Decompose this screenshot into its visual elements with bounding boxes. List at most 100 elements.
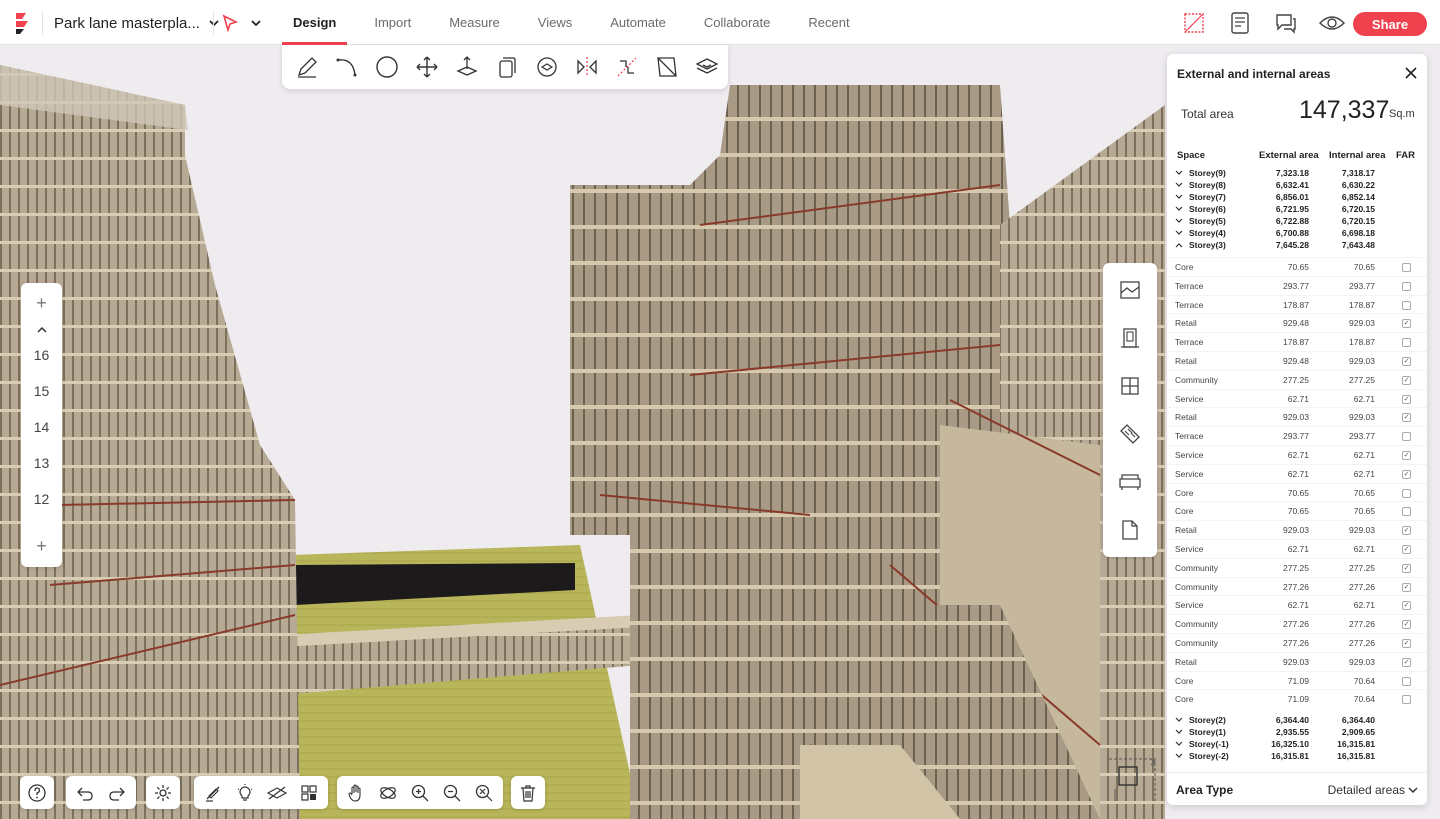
delete-trash-icon[interactable] (515, 780, 541, 806)
components-icon[interactable] (296, 780, 322, 806)
space-row[interactable]: Community 277.25 277.25 ✓ (1167, 557, 1427, 577)
area-measure-icon[interactable] (1181, 10, 1207, 36)
far-checkbox[interactable]: ✓ (1402, 394, 1411, 404)
far-checkbox[interactable] (1402, 263, 1411, 272)
far-checkbox[interactable]: ✓ (1402, 413, 1411, 423)
far-checkbox[interactable] (1402, 507, 1411, 517)
storey-row[interactable]: Storey(6) 6,721.95 6,720.15 (1167, 204, 1427, 216)
space-row[interactable]: Core 70.65 70.65 (1167, 257, 1427, 276)
lighting-bulb-icon[interactable] (232, 780, 258, 806)
face-icon[interactable] (654, 54, 680, 80)
zoom-extents-icon[interactable] (471, 780, 497, 806)
floor-level-12[interactable]: 12 (21, 491, 62, 507)
door-icon[interactable] (1117, 325, 1143, 351)
add-floor-top-button[interactable]: + (21, 293, 62, 314)
space-row[interactable]: Community 277.26 277.26 ✓ (1167, 576, 1427, 596)
split-icon[interactable] (614, 54, 640, 80)
tab-collaborate[interactable]: Collaborate (693, 0, 782, 45)
far-checkbox[interactable] (1402, 281, 1411, 291)
section-icon[interactable] (694, 54, 720, 80)
storey-row[interactable]: Storey(7) 6,856.01 6,852.14 (1167, 192, 1427, 204)
chevron-down-icon[interactable] (1175, 228, 1183, 238)
chevron-down-icon[interactable] (1175, 727, 1183, 737)
storey-row[interactable]: Storey(2) 6,364.40 6,364.40 (1167, 715, 1427, 727)
chevron-down-icon[interactable] (1175, 739, 1183, 749)
zoom-out-icon[interactable] (439, 780, 465, 806)
far-checkbox[interactable]: ✓ (1402, 620, 1411, 630)
space-row[interactable]: Core 70.65 70.65 (1167, 482, 1427, 502)
space-row[interactable]: Retail 929.03 929.03 ✓ (1167, 520, 1427, 539)
far-checkbox[interactable] (1402, 676, 1411, 686)
storey-row[interactable]: Storey(-1) 16,325.10 16,315.81 (1167, 739, 1427, 751)
section-plane-icon[interactable] (264, 780, 290, 806)
mirror-icon[interactable] (574, 54, 600, 80)
far-checkbox[interactable]: ✓ (1402, 639, 1411, 648)
floor-level-13[interactable]: 13 (21, 455, 62, 471)
arc-icon[interactable] (334, 54, 360, 80)
space-row[interactable]: Service 62.71 62.71 ✓ (1167, 445, 1427, 464)
select-tool-button[interactable] (220, 12, 270, 34)
far-checkbox[interactable]: ✓ (1402, 319, 1411, 329)
tab-import[interactable]: Import (363, 0, 422, 45)
floor-level-15[interactable]: 15 (21, 383, 62, 399)
view-eye-icon[interactable] (1319, 10, 1345, 36)
space-row[interactable]: Core 71.09 70.64 (1167, 670, 1427, 690)
storey-row[interactable]: Storey(1) 2,935.55 2,909.65 (1167, 727, 1427, 739)
storey-row[interactable]: Storey(3) 7,645.28 7,643.48 (1167, 240, 1427, 252)
chevron-down-icon[interactable] (1175, 204, 1183, 214)
space-row[interactable]: Service 62.71 62.71 ✓ (1167, 463, 1427, 483)
far-checkbox[interactable]: ✓ (1402, 469, 1411, 479)
chevron-down-icon[interactable] (1175, 715, 1183, 725)
project-selector[interactable]: Park lane masterpla... (42, 11, 220, 35)
far-checkbox[interactable] (1402, 300, 1411, 310)
far-checkbox[interactable] (1402, 432, 1411, 442)
far-checkbox[interactable]: ✓ (1402, 657, 1411, 667)
far-checkbox[interactable]: ✓ (1402, 563, 1411, 573)
cost-sheet-icon[interactable] (1227, 10, 1253, 36)
help-icon[interactable] (24, 780, 50, 806)
furniture-sofa-icon[interactable] (1117, 469, 1143, 495)
far-checkbox[interactable]: ✓ (1402, 545, 1411, 554)
chevron-up-icon[interactable] (1175, 240, 1183, 250)
space-row[interactable]: Core 71.09 70.64 (1167, 689, 1427, 708)
zoom-in-icon[interactable] (407, 780, 433, 806)
floor-level-16[interactable]: 16 (21, 347, 62, 363)
space-row[interactable]: Retail 929.03 929.03 ✓ (1167, 651, 1427, 671)
app-logo-icon[interactable] (12, 11, 32, 35)
scroll-up-icon[interactable] (21, 321, 62, 337)
space-row[interactable]: Retail 929.48 929.03 ✓ (1167, 351, 1427, 370)
space-row[interactable]: Core 70.65 70.65 (1167, 501, 1427, 520)
tab-automate[interactable]: Automate (599, 0, 677, 45)
space-row[interactable]: Terrace 293.77 293.77 (1167, 275, 1427, 295)
space-row[interactable]: Service 62.71 62.71 ✓ (1167, 388, 1427, 408)
far-checkbox[interactable]: ✓ (1402, 451, 1411, 460)
storey-row[interactable]: Storey(4) 6,700.88 6,698.18 (1167, 228, 1427, 240)
storey-row[interactable]: Storey(9) 7,323.18 7,318.17 (1167, 168, 1427, 180)
rotate-icon[interactable] (534, 54, 560, 80)
far-checkbox[interactable]: ✓ (1402, 526, 1411, 536)
far-checkbox[interactable] (1402, 695, 1411, 705)
pan-hand-icon[interactable] (343, 780, 369, 806)
comments-icon[interactable] (1273, 10, 1299, 36)
space-row[interactable]: Terrace 178.87 178.87 (1167, 294, 1427, 314)
space-row[interactable]: Service 62.71 62.71 ✓ (1167, 539, 1427, 558)
stairs-icon[interactable] (1117, 421, 1143, 447)
site-image-icon[interactable] (1117, 277, 1143, 303)
circle-icon[interactable] (374, 54, 400, 80)
area-type-selector[interactable]: Area Type Detailed areas (1167, 772, 1427, 804)
hide-object-icon[interactable] (200, 780, 226, 806)
undo-icon[interactable] (72, 780, 98, 806)
view-cube-icon[interactable] (1107, 755, 1159, 805)
far-checkbox[interactable]: ✓ (1402, 582, 1411, 592)
move-icon[interactable] (414, 54, 440, 80)
space-row[interactable]: Terrace 178.87 178.87 (1167, 332, 1427, 351)
tab-measure[interactable]: Measure (438, 0, 511, 45)
window-icon[interactable] (1117, 373, 1143, 399)
space-row[interactable]: Retail 929.03 929.03 ✓ (1167, 407, 1427, 426)
chevron-down-icon[interactable] (1175, 180, 1183, 190)
settings-gear-icon[interactable] (150, 780, 176, 806)
far-checkbox[interactable] (1402, 338, 1411, 348)
chevron-down-icon[interactable] (1175, 751, 1183, 761)
far-checkbox[interactable] (1402, 488, 1411, 498)
floor-level-14[interactable]: 14 (21, 419, 62, 435)
